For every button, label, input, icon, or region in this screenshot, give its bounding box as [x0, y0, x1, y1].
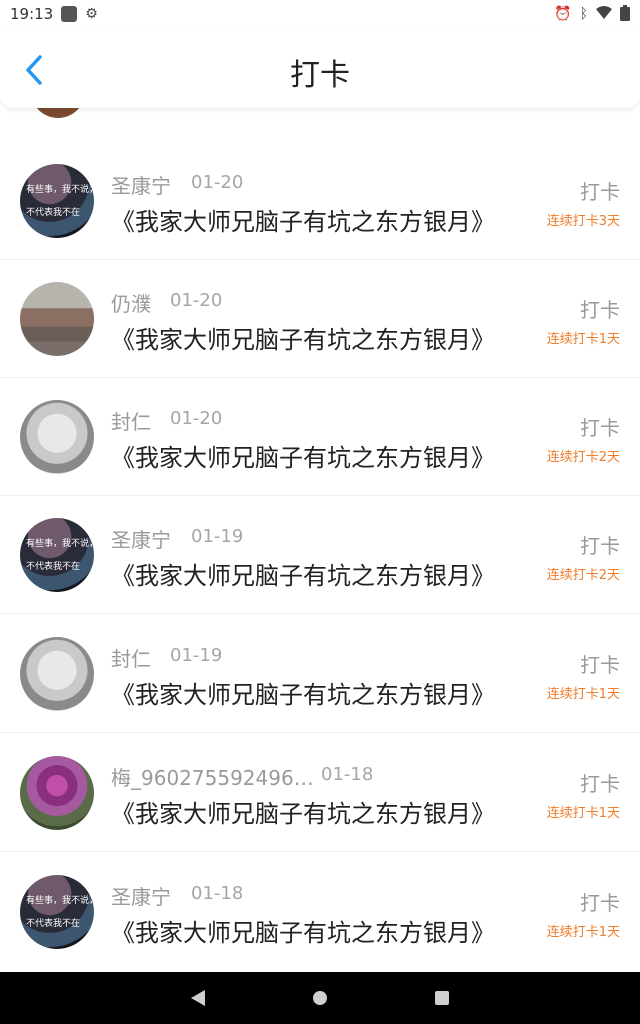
streak-badge: 连续打卡2天 — [546, 568, 620, 583]
list: 有些事，我不说， 不代表我不在 圣康宁 01-20 《我家大师兄脑子有坑之东方银… — [0, 0, 640, 972]
avatar-text-bottom: 不代表我不在 — [26, 562, 81, 572]
nav-back-icon[interactable] — [191, 990, 205, 1006]
app-notification-icon — [61, 6, 78, 22]
nav-recents-icon[interactable] — [435, 991, 449, 1005]
checkin-label: 打卡 — [580, 653, 620, 677]
checkin-date: 01-20 — [170, 290, 223, 311]
checkin-label: 打卡 — [580, 298, 620, 322]
checkin-label: 打卡 — [580, 416, 620, 440]
checkin-label: 打卡 — [580, 534, 620, 558]
avatar-text-bottom: 不代表我不在 — [26, 919, 81, 929]
avatar — [20, 756, 94, 830]
user-name: 圣康宁 — [111, 174, 171, 198]
book-title: 《我家大师兄脑子有坑之东方银月》 — [111, 562, 495, 590]
list-item[interactable]: 有些事，我不说， 不代表我不在 圣康宁 01-19 《我家大师兄脑子有坑之东方银… — [0, 496, 640, 614]
alarm-icon: ⏰ — [554, 6, 572, 22]
user-name: 仍濮 — [111, 292, 151, 316]
book-title: 《我家大师兄脑子有坑之东方银月》 — [111, 681, 495, 709]
streak-badge: 连续打卡1天 — [546, 687, 620, 702]
checkin-date: 01-20 — [191, 172, 244, 193]
list-item[interactable]: 有些事，我不说， 不代表我不在 圣康宁 01-20 《我家大师兄脑子有坑之东方银… — [0, 142, 640, 260]
battery-icon — [620, 4, 630, 24]
streak-badge: 连续打卡1天 — [546, 925, 620, 940]
streak-badge: 连续打卡3天 — [546, 214, 620, 229]
book-title: 《我家大师兄脑子有坑之东方银月》 — [111, 326, 495, 354]
avatar-text-top: 有些事，我不说， — [26, 185, 94, 195]
checkin-date: 01-19 — [191, 526, 244, 547]
avatar-text-top: 有些事，我不说， — [26, 896, 94, 906]
user-name: 封仁 — [111, 647, 151, 671]
checkin-label: 打卡 — [580, 891, 620, 915]
bluetooth-icon: ᛒ — [579, 6, 588, 22]
list-item[interactable]: 仍濮 01-20 《我家大师兄脑子有坑之东方银月》 打卡 连续打卡1天 — [0, 260, 640, 378]
user-name: 梅_960275592496… — [111, 766, 314, 790]
avatar: 有些事，我不说， 不代表我不在 — [20, 164, 94, 238]
streak-badge: 连续打卡1天 — [546, 332, 620, 347]
user-name: 封仁 — [111, 410, 151, 434]
avatar-text-top: 有些事，我不说， — [26, 539, 94, 549]
avatar — [20, 637, 94, 711]
avatar-text-bottom: 不代表我不在 — [26, 208, 81, 218]
user-name: 圣康宁 — [111, 528, 171, 552]
checkin-date: 01-18 — [321, 764, 374, 785]
list-item[interactable]: 封仁 01-20 《我家大师兄脑子有坑之东方银月》 打卡 连续打卡2天 — [0, 378, 640, 496]
list-item[interactable]: 封仁 01-19 《我家大师兄脑子有坑之东方银月》 打卡 连续打卡1天 — [0, 615, 640, 733]
avatar — [20, 282, 94, 356]
book-title: 《我家大师兄脑子有坑之东方银月》 — [111, 919, 495, 947]
page-title: 打卡 — [290, 58, 350, 93]
book-title: 《我家大师兄脑子有坑之东方银月》 — [111, 444, 495, 472]
user-name: 圣康宁 — [111, 885, 171, 909]
avatar: 有些事，我不说， 不代表我不在 — [20, 518, 94, 592]
divider — [0, 732, 640, 733]
list-item[interactable]: 梅_960275592496… 01-18 《我家大师兄脑子有坑之东方银月》 打… — [0, 734, 640, 852]
system-nav-bar — [0, 972, 640, 1024]
avatar — [20, 400, 94, 474]
list-item[interactable]: 有些事，我不说， 不代表我不在 圣康宁 01-18 《我家大师兄脑子有坑之东方银… — [0, 853, 640, 971]
wifi-icon — [596, 5, 612, 23]
checkin-date: 01-18 — [191, 883, 244, 904]
status-right: ⏰ ᛒ — [554, 4, 630, 24]
divider — [0, 613, 640, 614]
checkin-label: 打卡 — [580, 772, 620, 796]
checkin-date: 01-19 — [170, 645, 223, 666]
clock: 19:13 — [10, 5, 54, 23]
nav-home-icon[interactable] — [313, 991, 327, 1005]
settings-icon: ⚙ — [85, 6, 98, 22]
status-bar: 19:13 ⚙ ⏰ ᛒ — [0, 0, 640, 28]
checkin-date: 01-20 — [170, 408, 223, 429]
status-left: 19:13 ⚙ — [10, 5, 98, 23]
book-title: 《我家大师兄脑子有坑之东方银月》 — [111, 800, 495, 828]
checkin-label: 打卡 — [580, 180, 620, 204]
app-bar: 打卡 — [0, 28, 640, 108]
streak-badge: 连续打卡2天 — [546, 450, 620, 465]
book-title: 《我家大师兄脑子有坑之东方银月》 — [111, 208, 495, 236]
streak-badge: 连续打卡1天 — [546, 806, 620, 821]
divider — [0, 851, 640, 852]
avatar: 有些事，我不说， 不代表我不在 — [20, 875, 94, 949]
